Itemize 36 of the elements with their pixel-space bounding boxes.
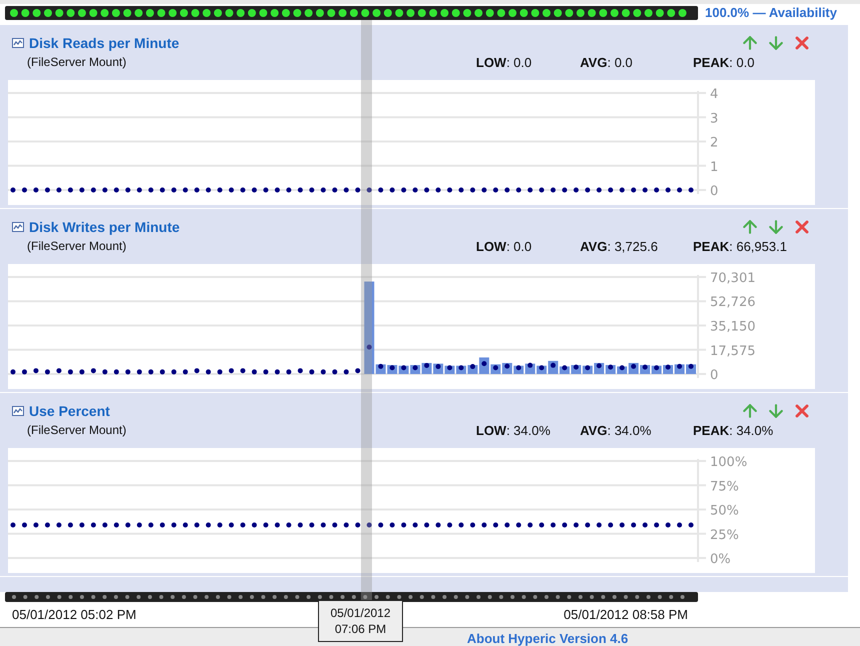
metric-stat: AVG: 0.0 bbox=[580, 54, 634, 70]
axis-label: 70,301 bbox=[710, 271, 756, 286]
axis-label: 17,575 bbox=[710, 344, 756, 359]
about-link[interactable]: About Hyperic Version 4.6 bbox=[467, 631, 628, 646]
metric-title[interactable]: Disk Writes per Minute bbox=[29, 219, 180, 235]
axis-label: 50% bbox=[710, 504, 739, 518]
end-time: 05/01/2012 08:58 PM bbox=[564, 607, 688, 622]
axis-label: 0% bbox=[710, 552, 731, 567]
metric-stat: PEAK: 66,953.1 bbox=[693, 238, 788, 254]
axis-label: 25% bbox=[710, 528, 739, 543]
axis-label: 0 bbox=[710, 184, 718, 199]
metric-stat: LOW: 34.0% bbox=[476, 422, 552, 438]
metric-source: (FileServer Mount) bbox=[27, 55, 128, 69]
axis-label: 0 bbox=[710, 368, 718, 383]
axis-label: 4 bbox=[710, 87, 718, 102]
metric-stat: LOW: 0.0 bbox=[476, 54, 533, 70]
axis-label: 3 bbox=[710, 111, 718, 126]
axis-label: 75% bbox=[710, 479, 739, 494]
metric-source: (FileServer Mount) bbox=[27, 423, 128, 437]
axis-label: 100% bbox=[710, 455, 748, 470]
metric-stat: AVG: 34.0% bbox=[580, 422, 652, 438]
axis-label: 2 bbox=[710, 136, 718, 150]
tooltip-text: 05/01/2012 bbox=[330, 605, 391, 621]
metric-title[interactable]: Disk Reads per Minute bbox=[29, 35, 180, 51]
metric-stat: PEAK: 34.0% bbox=[693, 422, 774, 438]
metric-source: (FileServer Mount) bbox=[27, 239, 128, 253]
metric-stat: AVG: 3,725.6 bbox=[580, 238, 659, 254]
metric-stat: PEAK: 0.0 bbox=[693, 54, 756, 70]
axis-label: 52,726 bbox=[710, 295, 756, 310]
metric-stat: LOW: 0.0 bbox=[476, 238, 533, 254]
start-time: 05/01/2012 05:02 PM bbox=[12, 607, 136, 622]
axis-label: 1 bbox=[710, 160, 718, 175]
tooltip-text: 07:06 PM bbox=[334, 621, 386, 637]
availability-label: 100.0% — Availability bbox=[705, 5, 837, 20]
axis-label: 35,150 bbox=[710, 320, 756, 334]
metric-title[interactable]: Use Percent bbox=[29, 403, 110, 419]
